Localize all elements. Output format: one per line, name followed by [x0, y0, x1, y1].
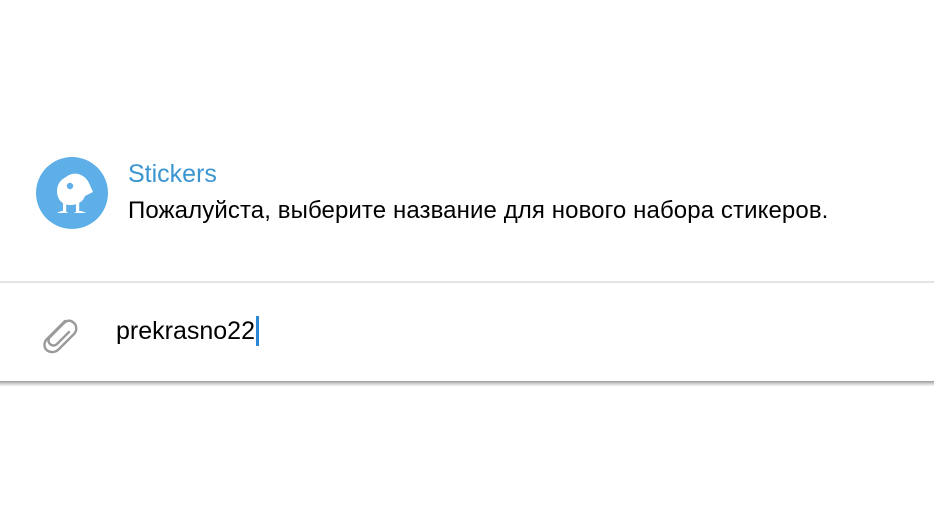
message-sender[interactable]: Stickers — [128, 159, 217, 189]
message-input-value[interactable]: prekrasno22 — [116, 313, 255, 349]
paperclip-icon — [43, 319, 78, 354]
avatar[interactable] — [36, 157, 108, 229]
message-composer: prekrasno22 — [0, 283, 934, 381]
text-caret — [255, 316, 259, 346]
attach-button[interactable] — [34, 310, 80, 356]
bot-message: Stickers Пожалуйста, выберите название д… — [36, 157, 926, 229]
stickers-bot-icon — [57, 173, 93, 213]
message-input[interactable]: prekrasno22 — [116, 313, 259, 349]
chat-history: Stickers Пожалуйста, выберите название д… — [0, 0, 934, 282]
message-text: Пожалуйста, выберите название для нового… — [128, 197, 829, 224]
empty-panel — [0, 386, 934, 525]
